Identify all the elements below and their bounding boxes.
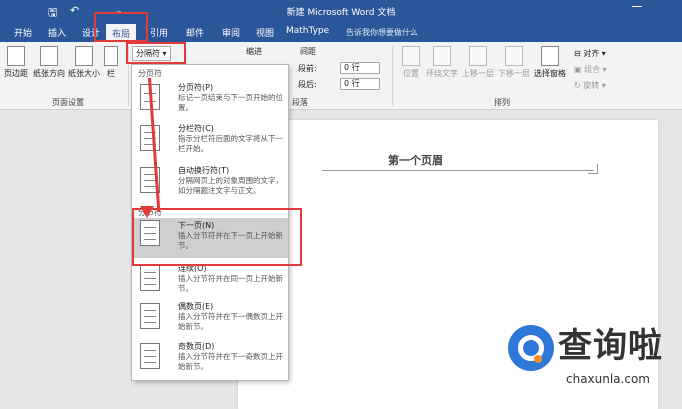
- orientation-label: 纸张方向: [33, 69, 65, 78]
- send-backward-label: 下移一层: [498, 69, 530, 78]
- size-button[interactable]: 纸张大小: [68, 46, 100, 79]
- orientation-icon: [40, 46, 58, 66]
- tab-view[interactable]: 视图: [256, 26, 274, 39]
- group-label: 组合: [584, 65, 601, 74]
- menu-item-desc: 指示分栏符后面的文字将从下一栏开始。: [178, 134, 283, 153]
- continuous-icon: [140, 265, 160, 291]
- menu-item-title: 分页符(P): [178, 83, 214, 92]
- annotation-box-next-page: [132, 208, 302, 266]
- menu-item-desc: 分隔网页上的对象周围的文字，如分隔题注文字与正文。: [178, 176, 283, 195]
- menu-item-even-page[interactable]: 偶数页(E) 插入分节符并在下一偶数页上开始新节。: [132, 301, 288, 339]
- menu-item-page-break[interactable]: 分页符(P) 标记一页结束与下一页开始的位置。: [132, 82, 288, 120]
- position-label: 位置: [403, 69, 419, 78]
- header-corner-mark: [588, 164, 598, 174]
- tell-me-search[interactable]: 告诉我你想要做什么: [346, 27, 418, 38]
- paragraph-group-label: 段落: [292, 98, 308, 107]
- align-label: 对齐: [583, 49, 600, 58]
- menu-item-odd-page[interactable]: 奇数页(D) 插入分节符并在下一奇数页上开始新节。: [132, 341, 288, 379]
- page-header-text[interactable]: 第一个页眉: [388, 152, 443, 168]
- bring-forward-label: 上移一层: [462, 69, 494, 78]
- page-setup-group-label: 页面设置: [52, 98, 84, 107]
- size-label: 纸张大小: [68, 69, 100, 78]
- before-spacing-input[interactable]: 0 行: [340, 62, 380, 74]
- annotation-box-breaks-button: [126, 42, 186, 64]
- rotate-button[interactable]: ↻ 旋转 ▾: [574, 80, 606, 91]
- annotation-box-layout-tab: [94, 12, 148, 42]
- spacing-label: 间距: [300, 47, 316, 56]
- wrap-text-icon: [433, 46, 451, 66]
- menu-item-title: 偶数页(E): [178, 302, 214, 311]
- watermark-url: chaxunla.com: [566, 372, 650, 386]
- bring-forward-button[interactable]: 上移一层: [462, 46, 494, 79]
- tab-review[interactable]: 审阅: [222, 26, 240, 39]
- column-break-icon: [140, 125, 160, 151]
- bring-forward-icon: [469, 46, 487, 66]
- margins-label: 页边距: [4, 69, 28, 78]
- paper-size-icon: [75, 46, 93, 66]
- header-divider: [322, 170, 594, 171]
- menu-item-desc: 插入分节符并在下一奇数页上开始新节。: [178, 352, 283, 371]
- watermark-name: 查询啦: [558, 326, 663, 366]
- arrange-group-label: 排列: [494, 98, 510, 107]
- tab-mathtype[interactable]: MathType: [286, 26, 329, 36]
- watermark-logo-icon: [508, 325, 554, 371]
- send-backward-button[interactable]: 下移一层: [498, 46, 530, 79]
- after-spacing-input[interactable]: 0 行: [340, 78, 380, 90]
- align-button[interactable]: ⊟ 对齐 ▾: [574, 48, 606, 59]
- send-backward-icon: [505, 46, 523, 66]
- columns-label: 栏: [107, 69, 115, 78]
- minimize-icon[interactable]: [632, 6, 642, 7]
- wrap-text-label: 环绕文字: [426, 69, 458, 78]
- margins-button[interactable]: 页边距: [4, 46, 28, 79]
- annotation-arrow-head: [140, 206, 154, 218]
- selection-pane-icon: [541, 46, 559, 66]
- selection-pane-label: 选择窗格: [534, 69, 566, 78]
- wrap-text-button[interactable]: 环绕文字: [426, 46, 458, 79]
- tab-mailings[interactable]: 邮件: [186, 26, 204, 39]
- odd-page-icon: [140, 343, 160, 369]
- selection-pane-button[interactable]: 选择窗格: [534, 46, 566, 79]
- columns-icon: [104, 46, 118, 66]
- columns-button[interactable]: 栏: [104, 46, 118, 79]
- menu-item-title: 自动换行符(T): [178, 166, 230, 175]
- position-button[interactable]: 位置: [402, 46, 420, 79]
- tab-home[interactable]: 开始: [14, 26, 32, 39]
- indent-label: 缩进: [246, 47, 262, 56]
- menu-item-continuous[interactable]: 连续(O) 插入分节符并在同一页上开始新节。: [132, 263, 288, 301]
- orientation-button[interactable]: 纸张方向: [33, 46, 65, 79]
- menu-item-desc: 标记一页结束与下一页开始的位置。: [178, 93, 283, 112]
- menu-item-title: 奇数页(D): [178, 342, 215, 351]
- menu-item-desc: 插入分节符并在下一偶数页上开始新节。: [178, 312, 283, 331]
- before-label: 段前:: [298, 64, 317, 73]
- margins-icon: [7, 46, 25, 66]
- group-button[interactable]: ▣ 组合 ▾: [574, 64, 607, 75]
- menu-item-title: 分栏符(C): [178, 124, 214, 133]
- ribbon-layout: 页边距 纸张方向 纸张大小 栏 分隔符 ▾ 页面设置 缩进 间距 段前: 0 行…: [0, 42, 682, 110]
- position-icon: [402, 46, 420, 66]
- after-label: 段后:: [298, 80, 317, 89]
- even-page-icon: [140, 303, 160, 329]
- group-separator: [392, 46, 393, 106]
- tab-references[interactable]: 引用: [150, 26, 168, 39]
- tab-insert[interactable]: 插入: [48, 26, 66, 39]
- rotate-label: 旋转: [583, 81, 600, 90]
- menu-item-desc: 插入分节符并在同一页上开始新节。: [178, 274, 283, 293]
